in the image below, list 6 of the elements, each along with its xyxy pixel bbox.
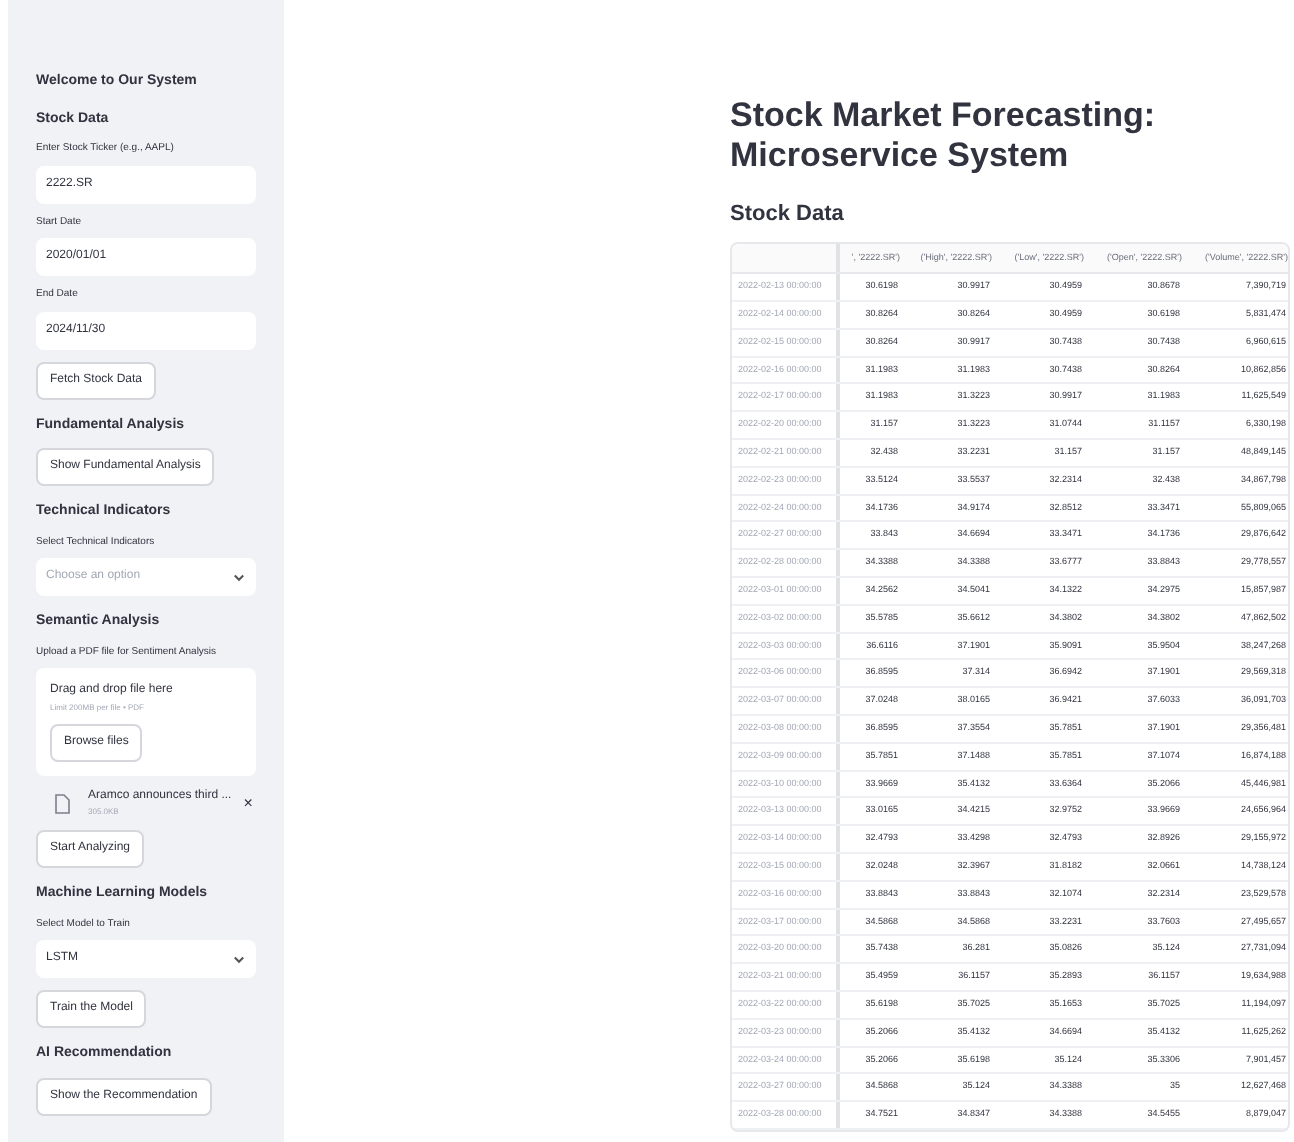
page-title: Stock Market Forecasting: Microservice System [730,96,1158,178]
file-icon [54,793,70,813]
chevron-down-icon [232,570,246,584]
remove-file-button[interactable]: × [243,795,253,811]
section-title: Stock Data [730,199,846,230]
chevron-down-icon [232,952,246,966]
